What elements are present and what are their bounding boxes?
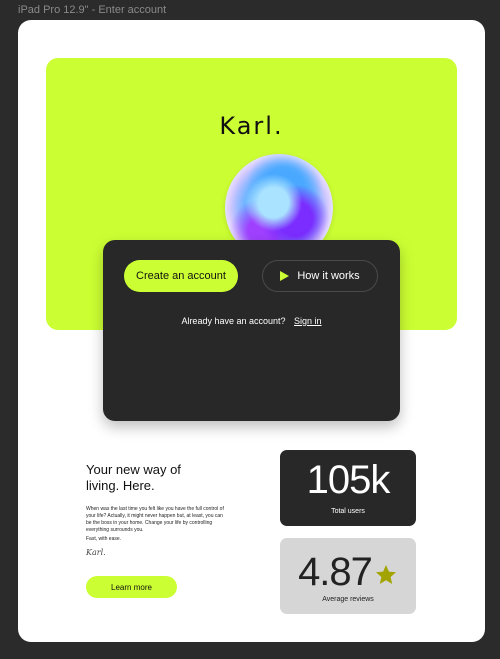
play-icon [280,271,290,281]
learn-more-button[interactable]: Learn more [86,576,177,598]
about-tagline: Fast, with ease. [86,536,122,542]
stat-total-users: 105k Total users [280,450,416,526]
window-title: iPad Pro 12.9" - Enter account [18,4,167,16]
signin-row: Already have an account? Sign in [103,316,400,326]
about-title: Your new way of living. Here. [86,462,181,493]
brand-logo: Karl. [219,112,284,140]
how-it-works-button[interactable]: How it works [262,260,378,292]
signin-prompt: Already have an account? [181,316,286,326]
star-icon [375,565,396,584]
auth-card: Create an account How it works Already h… [103,240,400,421]
stat-label: Average reviews [322,596,374,603]
about-body: When was the last time you felt like you… [86,506,224,533]
how-it-works-label: How it works [297,270,360,282]
stat-value: 4.87 [298,550,373,594]
signin-link[interactable]: Sign in [294,316,322,326]
stat-average-reviews: 4.87 Average reviews [280,538,416,614]
device-frame: Karl. Create an account How it works Alr… [18,20,485,642]
stat-label: Total users [331,508,365,515]
stat-value-row: 4.87 [280,550,416,594]
signature: Karl. [86,548,106,557]
stat-value: 105k [306,458,391,502]
create-account-button[interactable]: Create an account [124,260,238,292]
